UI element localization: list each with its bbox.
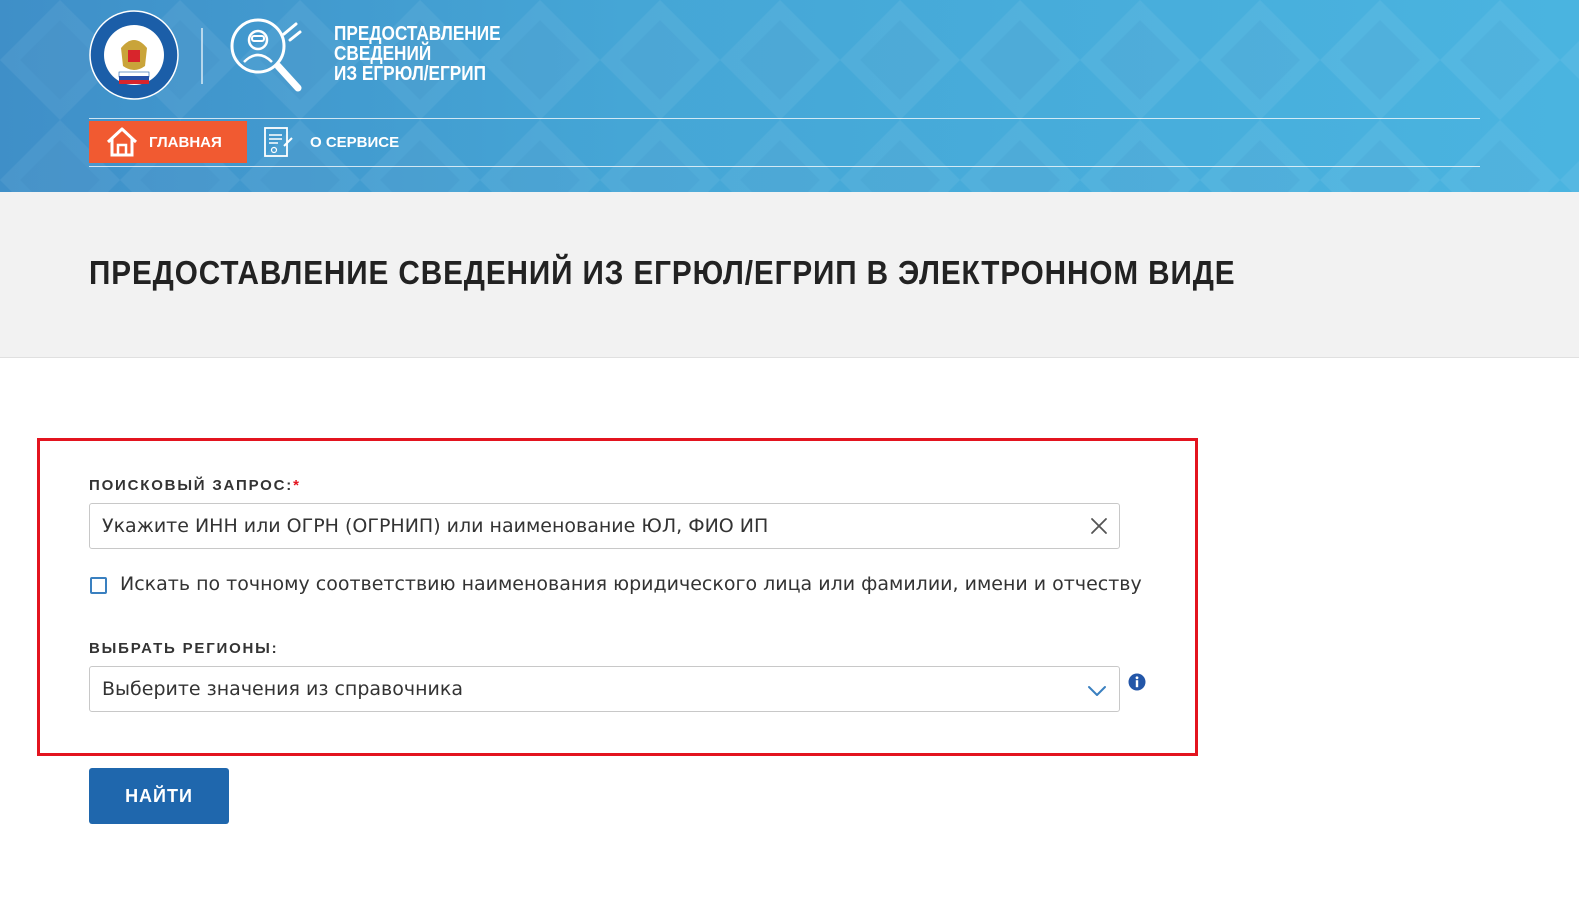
service-title: ПРЕДОСТАВЛЕНИЕ СВЕДЕНИЙ ИЗ ЕГРЮЛ/ЕГРИП bbox=[334, 24, 501, 84]
exact-match-checkbox[interactable] bbox=[90, 577, 107, 594]
regions-label: ВЫБРАТЬ РЕГИОНЫ: bbox=[89, 640, 279, 657]
document-icon bbox=[264, 127, 293, 157]
service-title-line-1: ПРЕДОСТАВЛЕНИЕ bbox=[334, 23, 501, 45]
nav-item-about[interactable]: О СЕРВИСЕ bbox=[262, 121, 399, 163]
close-icon[interactable] bbox=[1089, 516, 1109, 536]
chevron-down-icon[interactable] bbox=[1087, 681, 1107, 701]
nav-top-divider bbox=[89, 118, 1480, 119]
query-label: ПОИСКОВЫЙ ЗАПРОС:* bbox=[89, 477, 301, 494]
site-header: ПРЕДОСТАВЛЕНИЕ СВЕДЕНИЙ ИЗ ЕГРЮЛ/ЕГРИП Г… bbox=[0, 0, 1579, 192]
search-input[interactable]: Укажите ИНН или ОГРН (ОГРНИП) или наимен… bbox=[89, 503, 1120, 549]
required-mark: * bbox=[293, 477, 301, 494]
query-label-text: ПОИСКОВЫЙ ЗАПРОС: bbox=[89, 477, 294, 494]
regions-select[interactable]: Выберите значения из справочника bbox=[89, 666, 1120, 712]
fns-logo[interactable] bbox=[89, 10, 179, 100]
service-magnifier-logo[interactable] bbox=[226, 14, 306, 96]
page-title: ПРЕДОСТАВЛЕНИЕ СВЕДЕНИЙ ИЗ ЕГРЮЛ/ЕГРИП В… bbox=[89, 254, 1236, 291]
info-icon[interactable] bbox=[1128, 673, 1146, 691]
search-input-placeholder: Укажите ИНН или ОГРН (ОГРНИП) или наимен… bbox=[102, 515, 769, 537]
service-title-line-3: ИЗ ЕГРЮЛ/ЕГРИП bbox=[334, 63, 486, 85]
nav-home-label: ГЛАВНАЯ bbox=[149, 133, 222, 151]
nav-bottom-divider bbox=[89, 166, 1480, 167]
service-title-line-2: СВЕДЕНИЙ bbox=[334, 43, 432, 65]
nav-about-label: О СЕРВИСЕ bbox=[310, 133, 400, 151]
nav-item-home[interactable]: ГЛАВНАЯ bbox=[89, 121, 247, 163]
logo-separator bbox=[201, 28, 203, 84]
find-button[interactable]: НАЙТИ bbox=[89, 768, 229, 824]
regions-select-placeholder: Выберите значения из справочника bbox=[102, 678, 463, 700]
home-icon bbox=[106, 127, 138, 157]
exact-match-label[interactable]: Искать по точному соответствию наименова… bbox=[120, 573, 1142, 595]
